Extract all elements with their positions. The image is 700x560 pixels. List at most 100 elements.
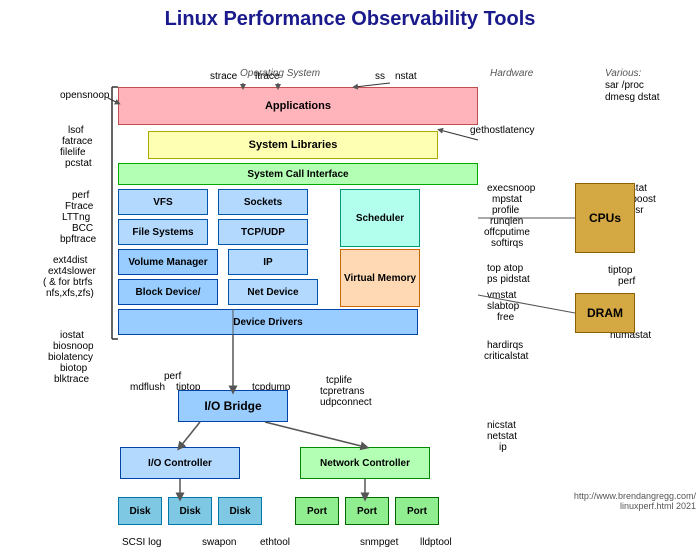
tcplife-label: tcplife [326,375,352,386]
ip-right-label: ip [499,442,507,453]
net-device-label: Net Device [247,287,298,298]
system-libraries-box: System Libraries [148,131,438,159]
disk3-box: Disk [218,497,262,525]
dmesg-dstat-label: dmesg dstat [605,92,659,103]
port2-label: Port [357,506,377,517]
disk1-box: Disk [118,497,162,525]
profile-label: profile [492,205,519,216]
ftrace-label: Ftrace [65,201,93,212]
tiptop-hw-label: tiptop [608,265,632,276]
strace-label: strace [210,71,237,82]
nstat-label: nstat [395,71,417,82]
os-section-label: Operating System [240,68,320,79]
port2-box: Port [345,497,389,525]
footnote: http://www.brendangregg.com/linuxperf.ht… [574,491,696,511]
block-device-label: Block Device/ [135,287,200,298]
lsof-label: lsof [68,125,84,136]
filesystems-label: File Systems [132,227,193,238]
ltrace-label: ltrace [255,71,279,82]
sockets-label: Sockets [244,197,282,208]
tcp-udp-label: TCP/UDP [241,227,285,238]
tcpretrans-label: tcpretrans [320,386,364,397]
swapon-label: swapon [202,537,236,548]
net-controller-box: Network Controller [300,447,430,479]
mpstat-label: mpstat [492,194,522,205]
ip-box: IP [228,249,308,275]
perf-left-label: perf [72,190,89,201]
iostat-label: iostat [60,330,84,341]
device-drivers-box: Device Drivers [118,309,418,335]
nfs-xfs-label: nfs,xfs,zfs) [46,288,94,299]
cpus-box: CPUs [575,183,635,253]
ethtool-label: ethtool [260,537,290,548]
applications-label: Applications [265,100,331,112]
vmstat-label: vmstat [487,290,516,301]
softirqs-label: softirqs [491,238,523,249]
fatrace-label: fatrace [62,136,93,147]
disk2-box: Disk [168,497,212,525]
ss-label: ss [375,71,385,82]
syscall-interface-box: System Call Interface [118,163,478,185]
ext4slower-label: ext4slower [48,266,96,277]
ps-pidstat-label: ps pidstat [487,274,530,285]
virtual-memory-label: Virtual Memory [344,273,416,284]
netstat-label: netstat [487,431,517,442]
filesystems-box: File Systems [118,219,208,245]
virtual-memory-box: Virtual Memory [340,249,420,307]
btrfs-note-label: ( & for btrfs [43,277,92,288]
free-label: free [497,312,514,323]
snmpget-label: snmpget [360,537,398,548]
bpftrace-label: bpftrace [60,234,96,245]
vfs-box: VFS [118,189,208,215]
perf-hw-label: perf [618,276,635,287]
execsnoop-label: execsnoop [487,183,535,194]
syscall-label: System Call Interface [247,169,348,180]
mdflush-label: mdflush [130,382,165,393]
cpus-label: CPUs [589,211,621,225]
various-section-label: Various: [605,68,641,79]
tcp-udp-box: TCP/UDP [218,219,308,245]
net-device-box: Net Device [228,279,318,305]
dram-label: DRAM [587,306,623,320]
io-controller-label: I/O Controller [148,458,212,469]
ext4dist-label: ext4dist [53,255,87,266]
port1-box: Port [295,497,339,525]
blktrace-label: blktrace [54,374,89,385]
io-bridge-label: I/O Bridge [204,399,261,413]
opensnoop-label: opensnoop [60,90,110,101]
runqlen-label: runqlen [490,216,523,227]
ltng-label: LTTng [62,212,90,223]
filelife-label: filelife [60,147,86,158]
io-controller-box: I/O Controller [120,447,240,479]
port3-box: Port [395,497,439,525]
criticalstat-label: criticalstat [484,351,528,362]
lldptool-label: lldptool [420,537,452,548]
bcc-label: BCC [72,223,93,234]
disk1-label: Disk [129,506,150,517]
hardirqs-label: hardirqs [487,340,523,351]
dram-box: DRAM [575,293,635,333]
gethostlatency-label: gethostlatency [470,125,535,136]
scsi-log-label: SCSI log [122,537,161,548]
system-libraries-label: System Libraries [249,139,338,151]
net-controller-label: Network Controller [320,458,410,469]
perf-io-label: perf [164,371,181,382]
scheduler-label: Scheduler [356,213,404,224]
udpconnect-label: udpconnect [320,397,372,408]
volume-manager-label: Volume Manager [128,257,207,268]
volume-manager-box: Volume Manager [118,249,218,275]
nicstat-label: nicstat [487,420,516,431]
vfs-label: VFS [153,197,172,208]
sockets-box: Sockets [218,189,308,215]
offcputime-label: offcputime [484,227,530,238]
slabtop-label: slabtop [487,301,519,312]
applications-box: Applications [118,87,478,125]
scheduler-box: Scheduler [340,189,420,247]
io-bridge-box: I/O Bridge [178,390,288,422]
port1-label: Port [307,506,327,517]
disk2-label: Disk [179,506,200,517]
pcstat-label: pcstat [65,158,92,169]
biotop-label: biotop [60,363,87,374]
biosnoop-label: biosnoop [53,341,94,352]
ip-label: IP [263,257,272,268]
